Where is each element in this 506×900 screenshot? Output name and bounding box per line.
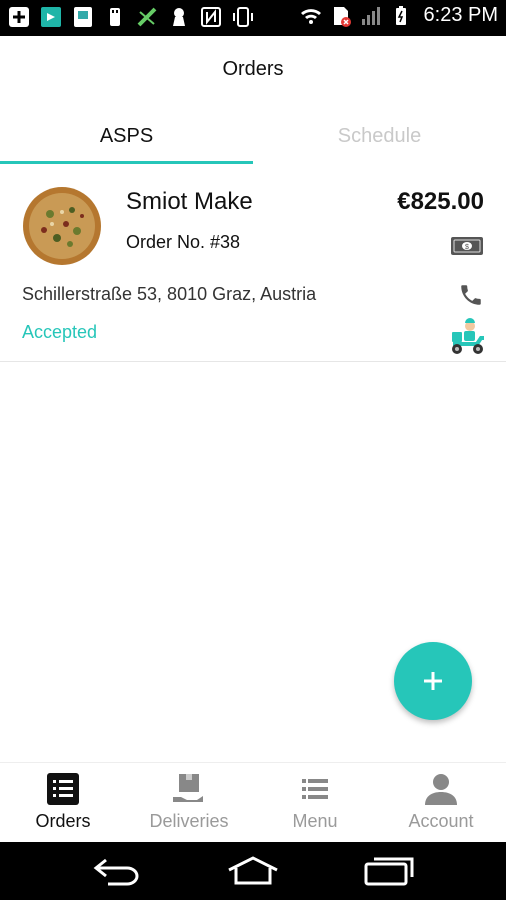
- page-title: Orders: [222, 58, 284, 80]
- recent-apps-icon[interactable]: [364, 856, 416, 886]
- bottom-nav: Orders Deliveries Menu Account: [0, 762, 506, 842]
- status-right-icons: 6:23 PM: [300, 4, 498, 27]
- tab-bar: ASPS Schedule: [0, 112, 506, 164]
- add-order-button[interactable]: [394, 642, 472, 720]
- nav-orders[interactable]: Orders: [0, 763, 126, 843]
- vibrate-icon: [233, 7, 253, 27]
- system-nav-bar: [0, 842, 506, 900]
- battery-icon: [395, 5, 406, 25]
- back-icon[interactable]: [92, 856, 142, 886]
- tab-asps[interactable]: ASPS: [0, 112, 253, 164]
- nfc-icon: [201, 7, 221, 27]
- menu-icon: [302, 779, 328, 799]
- pizza-image: [23, 187, 101, 265]
- tab-indicator: [0, 161, 253, 164]
- order-price: €825.00: [397, 188, 484, 215]
- order-card[interactable]: Smiot Make €825.00 Order No. #38 $ Schil…: [0, 172, 506, 362]
- no-signal-icon: [137, 7, 157, 27]
- list-icon: [47, 773, 79, 805]
- sim-error-icon: [333, 6, 351, 27]
- usb-icon: [110, 8, 120, 26]
- status-bar: 6:23 PM: [0, 0, 506, 36]
- nav-deliveries-label: Deliveries: [149, 811, 229, 831]
- delivery-address: Schillerstraße 53, 8010 Graz, Austria: [22, 284, 317, 304]
- cash-icon: $: [451, 237, 483, 255]
- nav-menu-label: Menu: [292, 811, 338, 831]
- nav-menu[interactable]: Menu: [252, 763, 378, 843]
- order-status: Accepted: [22, 322, 98, 342]
- order-number: Order No. #38: [126, 232, 241, 252]
- nav-account-label: Account: [408, 811, 474, 831]
- svg-text:$: $: [465, 244, 469, 251]
- app-icon: [41, 7, 61, 27]
- app-icon: [74, 7, 92, 27]
- phone-icon[interactable]: [458, 282, 484, 308]
- home-icon[interactable]: [226, 856, 280, 886]
- nav-account[interactable]: Account: [378, 763, 504, 843]
- box-icon: [173, 774, 203, 802]
- plus-box-icon: [9, 7, 29, 27]
- nav-orders-label: Orders: [35, 811, 91, 831]
- tab-schedule[interactable]: Schedule: [253, 112, 506, 164]
- plus-icon: [424, 672, 442, 690]
- nav-deliveries[interactable]: Deliveries: [126, 763, 252, 843]
- keyhole-icon: [173, 8, 185, 26]
- wifi-icon: [300, 8, 321, 24]
- scooter-icon: [452, 318, 484, 354]
- status-left-icons: [8, 6, 254, 28]
- restaurant-name: Smiot Make: [126, 188, 253, 215]
- status-time: 6:23 PM: [423, 4, 498, 26]
- person-icon: [425, 774, 457, 805]
- signal-icon: [361, 6, 380, 25]
